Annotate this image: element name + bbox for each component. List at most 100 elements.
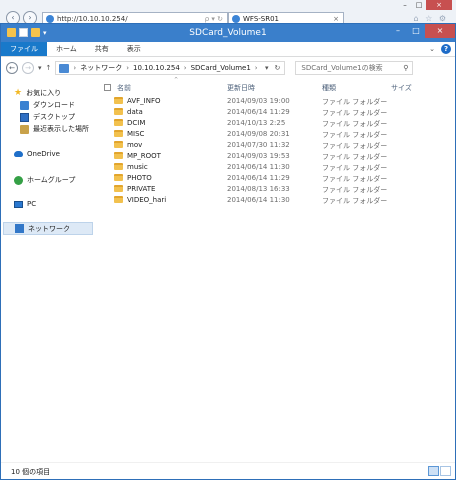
address-dropdown-icon[interactable]: ▾ [265, 64, 269, 72]
column-header-date[interactable]: 更新日時 [227, 83, 255, 93]
table-row[interactable]: PRIVATE 2014/08/13 16:33 ファイル フォルダー [113, 184, 453, 195]
file-name: music [127, 163, 148, 171]
table-row[interactable]: MP_ROOT 2014/09/03 19:53 ファイル フォルダー [113, 151, 453, 162]
select-all-checkbox[interactable] [104, 84, 111, 91]
nav-homegroup[interactable]: ホームグループ [14, 175, 75, 185]
recent-locations-icon[interactable]: ▾ [38, 64, 42, 72]
nav-downloads[interactable]: ダウンロード [20, 100, 75, 110]
column-header-name[interactable]: 名前 [117, 83, 131, 93]
ribbon: ファイル ホーム 共有 表示 ⌄ ? [1, 42, 455, 57]
recent-places-icon [20, 124, 29, 134]
search-input[interactable]: SDCard_Volume1の検索 ⚲ [295, 61, 414, 75]
window-title: SDCard_Volume1 [189, 28, 267, 38]
folder-icon [114, 119, 123, 126]
back-button[interactable]: ← [6, 62, 18, 74]
file-date: 2014/09/03 19:00 [227, 97, 290, 105]
up-button[interactable]: ↑ [46, 64, 52, 72]
file-date: 2014/10/13 2:25 [227, 119, 286, 127]
table-row[interactable]: data 2014/06/14 11:29 ファイル フォルダー [113, 107, 453, 118]
file-date: 2014/06/14 11:30 [227, 196, 290, 204]
network-location-icon [59, 63, 70, 73]
nav-desktop-label: デスクトップ [33, 113, 75, 121]
file-date: 2014/09/08 20:31 [227, 130, 290, 138]
table-row[interactable]: DCIM 2014/10/13 2:25 ファイル フォルダー [113, 118, 453, 129]
table-row[interactable]: music 2014/06/14 11:30 ファイル フォルダー [113, 162, 453, 173]
close-button[interactable]: × [425, 24, 455, 38]
forward-button[interactable]: → [22, 62, 34, 74]
column-header-type[interactable]: 種類 [322, 83, 336, 93]
browser-address-text: http://10.10.10.254/ [57, 14, 128, 23]
address-tail: ▾ ↻ [265, 64, 284, 72]
nav-favorites-label: お気に入り [26, 89, 62, 97]
computer-icon [14, 200, 23, 208]
minimize-button[interactable]: – [389, 24, 407, 38]
table-row[interactable]: MISC 2014/09/08 20:31 ファイル フォルダー [113, 129, 453, 140]
folder-icon [114, 97, 123, 104]
tab-share[interactable]: 共有 [86, 42, 118, 56]
file-type: ファイル フォルダー [322, 197, 388, 205]
tab-home[interactable]: ホーム [47, 42, 86, 56]
nav-network[interactable]: ネットワーク [3, 222, 93, 235]
help-icon[interactable]: ? [441, 44, 451, 54]
browser-maximize-button[interactable]: □ [412, 0, 426, 10]
folder-icon [114, 163, 123, 170]
ie-favicon-icon [46, 14, 54, 23]
nav-pc[interactable]: PC [14, 200, 36, 208]
nav-onedrive[interactable]: OneDrive [14, 150, 60, 158]
folder-icon [114, 108, 123, 115]
cloud-icon [14, 151, 23, 157]
ribbon-expand-icon[interactable]: ⌄ [429, 45, 435, 53]
homegroup-icon [14, 175, 23, 185]
tab-close-icon[interactable]: × [333, 15, 339, 23]
breadcrumb-separator: › [254, 64, 258, 72]
browser-window-controls: – □ × [398, 0, 452, 10]
title-bar: ▾ SDCard_Volume1 – □ × [1, 24, 455, 42]
file-type: ファイル フォルダー [322, 153, 388, 161]
browser-close-button[interactable]: × [426, 0, 452, 10]
view-buttons [428, 466, 451, 476]
column-header-size[interactable]: サイズ [391, 83, 412, 93]
navigation-pane: ★ お気に入り ダウンロード デスクトップ 最近表示した場所 OneDrive … [1, 80, 97, 460]
file-name: MP_ROOT [127, 152, 161, 160]
file-date: 2014/06/14 11:30 [227, 163, 290, 171]
table-row[interactable]: PHOTO 2014/06/14 11:29 ファイル フォルダー [113, 173, 453, 184]
file-date: 2014/07/30 11:32 [227, 141, 290, 149]
file-date: 2014/08/13 16:33 [227, 185, 290, 193]
file-name: DCIM [127, 119, 146, 127]
item-count: 10 個の項目 [11, 468, 51, 476]
sort-ascending-icon: ^ [174, 77, 179, 83]
folder-icon [114, 174, 123, 181]
folder-icon [114, 152, 123, 159]
file-type: ファイル フォルダー [322, 175, 388, 183]
browser-address-search-glyphs: ρ ▾ ↻ [204, 14, 223, 23]
folder-icon [114, 185, 123, 192]
refresh-icon[interactable]: ↻ [275, 64, 281, 72]
breadcrumb-network[interactable]: ネットワーク [80, 63, 122, 73]
window-controls: – □ × [389, 24, 455, 38]
file-type: ファイル フォルダー [322, 186, 388, 194]
large-icons-view-icon[interactable] [440, 466, 451, 476]
breadcrumb-volume[interactable]: SDCard_Volume1 [191, 64, 251, 72]
search-icon[interactable]: ⚲ [403, 64, 408, 72]
file-date: 2014/06/14 11:29 [227, 108, 290, 116]
nav-favorites[interactable]: ★ お気に入り [14, 88, 61, 98]
nav-network-label: ネットワーク [28, 224, 70, 233]
network-icon [15, 224, 24, 233]
address-bar[interactable]: › ネットワーク › 10.10.10.254 › SDCard_Volume1… [55, 61, 286, 75]
table-row[interactable]: AVF_INFO 2014/09/03 19:00 ファイル フォルダー [113, 96, 453, 107]
table-row[interactable]: VIDEO_hari 2014/06/14 11:30 ファイル フォルダー [113, 195, 453, 206]
maximize-button[interactable]: □ [407, 24, 425, 38]
browser-right-icons[interactable]: ⌂ ☆ ⚙ [413, 14, 448, 23]
star-icon: ★ [14, 87, 23, 98]
browser-minimize-button[interactable]: – [398, 0, 412, 10]
file-list: ^ 名前 更新日時 種類 サイズ AVF_INFO 2014/09/03 19:… [99, 77, 455, 460]
table-row[interactable]: mov 2014/07/30 11:32 ファイル フォルダー [113, 140, 453, 151]
details-view-icon[interactable] [428, 466, 439, 476]
tab-view[interactable]: 表示 [118, 42, 150, 56]
breadcrumb-host[interactable]: 10.10.10.254 [133, 64, 180, 72]
tab-file[interactable]: ファイル [1, 42, 47, 56]
file-date: 2014/06/14 11:29 [227, 174, 290, 182]
nav-recent-places[interactable]: 最近表示した場所 [20, 124, 89, 134]
nav-desktop[interactable]: デスクトップ [20, 112, 75, 122]
nav-downloads-label: ダウンロード [33, 101, 75, 109]
